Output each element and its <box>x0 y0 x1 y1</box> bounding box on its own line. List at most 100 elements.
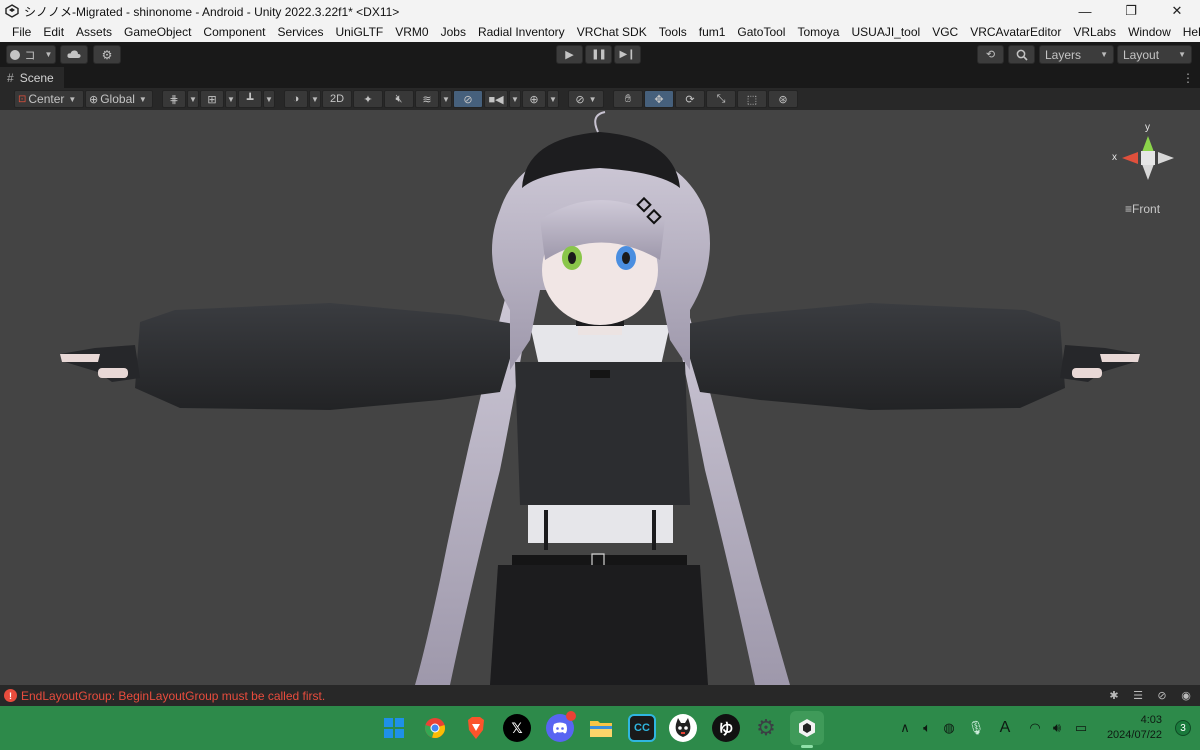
menu-bar: File Edit Assets GameObject Component Se… <box>0 22 1200 42</box>
grid-snap-button[interactable]: ⋕ <box>162 90 186 108</box>
pause-button[interactable]: ❚❚ <box>585 45 612 64</box>
yu-app[interactable]: ゆ <box>712 714 740 742</box>
mode-2d-button[interactable]: 2D <box>322 90 352 108</box>
start-button[interactable] <box>380 714 408 742</box>
file-explorer-app[interactable] <box>587 714 615 742</box>
scale-tool-button[interactable]: ⤡ <box>706 90 736 108</box>
menu-vrcavatareditor[interactable]: VRCAvatarEditor <box>964 25 1067 39</box>
search-button[interactable] <box>1008 45 1035 64</box>
move-tool-button[interactable]: ✥ <box>644 90 674 108</box>
menu-services[interactable]: Services <box>271 25 329 39</box>
orientation-dropdown[interactable]: ⊘ ▼ <box>568 90 604 108</box>
menu-fum1[interactable]: fum1 <box>693 25 732 39</box>
chrome-app[interactable] <box>421 714 449 742</box>
light-bulb-icon: ✦ <box>363 93 373 106</box>
view-mode-label[interactable]: ≡Front <box>1125 202 1160 216</box>
rect-tool-button[interactable]: ⬚ <box>737 90 767 108</box>
layers-dropdown[interactable]: Layers ▼ <box>1039 45 1114 64</box>
step-button[interactable]: ▶❙ <box>614 45 641 64</box>
scene-visibility-toggle[interactable]: ⊘ <box>453 90 483 108</box>
cc-app[interactable]: CC <box>628 714 656 742</box>
console-status-bar[interactable]: ! EndLayoutGroup: BeginLayoutGroup must … <box>0 685 1200 706</box>
tray-overflow-chevron-icon[interactable]: ∧ <box>897 718 913 738</box>
close-button[interactable]: ✕ <box>1154 0 1200 22</box>
error-icon: ! <box>4 689 17 702</box>
menu-edit[interactable]: Edit <box>37 25 70 39</box>
audio-toggle[interactable]: 🔇︎ <box>384 90 414 108</box>
light-probe-icon[interactable]: ◉ <box>1176 688 1196 704</box>
wifi-icon[interactable]: ◠ <box>1026 718 1044 738</box>
restore-button[interactable]: ❐ <box>1108 0 1154 22</box>
menu-assets[interactable]: Assets <box>70 25 118 39</box>
draw-mode-dropdown[interactable]: ▼ <box>309 90 321 108</box>
gear-icon: ⚙ <box>101 47 113 62</box>
settings-app[interactable]: ⚙ <box>752 714 780 742</box>
scene-toolbar: ⊡ Center ▼ ⊕ Global ▼ ⋕ ▼ ⊞ ▼ ┻ ▼ ◑ ▼ 2D… <box>0 88 1200 110</box>
ruler-button[interactable]: ┻ <box>238 90 262 108</box>
menu-vgc[interactable]: VGC <box>926 25 964 39</box>
app-tray-icon[interactable]: ◍ <box>940 718 958 738</box>
minimize-button[interactable]: — <box>1062 0 1108 22</box>
notification-badge[interactable]: 3 <box>1175 720 1191 736</box>
orientation-gizmo[interactable]: y x ≡Front <box>1108 118 1188 228</box>
settings-button[interactable]: ⚙ <box>93 45 121 64</box>
grid-snap-dropdown[interactable]: ▼ <box>187 90 199 108</box>
menu-radial-inventory[interactable]: Radial Inventory <box>472 25 571 39</box>
space-dropdown[interactable]: ⊕ Global ▼ <box>85 90 153 108</box>
ruler-dropdown[interactable]: ▼ <box>263 90 275 108</box>
discord-app[interactable] <box>546 711 576 742</box>
increment-snap-dropdown[interactable]: ▼ <box>225 90 237 108</box>
gizmos-button[interactable]: ⊕ <box>522 90 546 108</box>
history-button[interactable]: ⟲ <box>977 45 1004 64</box>
menu-tools[interactable]: Tools <box>653 25 693 39</box>
x-app[interactable]: 𝕏 <box>503 714 531 742</box>
menu-tomoya[interactable]: Tomoya <box>791 25 845 39</box>
no-entry-icon[interactable]: ⊘ <box>1152 688 1172 704</box>
microphone-icon[interactable]: 🎙︎ <box>967 718 985 738</box>
menu-jobs[interactable]: Jobs <box>435 25 472 39</box>
menu-help[interactable]: Help <box>1177 25 1200 39</box>
pivot-dropdown[interactable]: ⊡ Center ▼ <box>14 90 84 108</box>
transform-tool-button[interactable]: ⊛ <box>768 90 798 108</box>
clock[interactable]: 4:03 2024/07/22 <box>1107 713 1162 743</box>
hand-tool-button[interactable]: ✋︎ <box>613 90 643 108</box>
menu-vrlabs[interactable]: VRLabs <box>1067 25 1122 39</box>
menu-vrchat-sdk[interactable]: VRChat SDK <box>571 25 653 39</box>
compass-icon: ⊘ <box>575 93 585 106</box>
active-app-indicator <box>801 745 813 748</box>
menu-file[interactable]: File <box>6 25 37 39</box>
cloud-button[interactable] <box>60 45 88 64</box>
draw-mode-button[interactable]: ◑ <box>284 90 308 108</box>
battery-icon[interactable]: ▭ <box>1071 718 1091 738</box>
volume-icon[interactable]: 🔊︎ <box>1048 718 1066 738</box>
increment-snap-button[interactable]: ⊞ <box>200 90 224 108</box>
menu-vrm0[interactable]: VRM0 <box>389 25 434 39</box>
ime-indicator[interactable]: A <box>996 718 1014 738</box>
scene-viewport[interactable]: y x ≡Front <box>0 110 1200 685</box>
speaker-icon[interactable]: 🔈︎ <box>918 718 936 738</box>
menu-gameobject[interactable]: GameObject <box>118 25 197 39</box>
debug-icon[interactable]: ✱ <box>1104 688 1124 704</box>
layout-dropdown[interactable]: Layout ▼ <box>1117 45 1192 64</box>
menu-component[interactable]: Component <box>197 25 271 39</box>
tab-more-menu[interactable]: ⋮ <box>1182 71 1194 85</box>
character-app[interactable] <box>669 714 697 742</box>
menu-window[interactable]: Window <box>1122 25 1177 39</box>
play-button[interactable]: ▶ <box>556 45 583 64</box>
menu-unigltf[interactable]: UniGLTF <box>329 25 389 39</box>
layers-stack-icon[interactable]: ☰ <box>1128 688 1148 704</box>
gizmos-dropdown[interactable]: ▼ <box>547 90 559 108</box>
rotate-tool-button[interactable]: ⟳ <box>675 90 705 108</box>
lighting-toggle[interactable]: ✦ <box>353 90 383 108</box>
effects-button[interactable]: ≋ <box>415 90 439 108</box>
brave-app[interactable] <box>462 714 490 742</box>
camera-dropdown[interactable]: ▼ <box>509 90 521 108</box>
unity-app[interactable] <box>790 711 824 748</box>
menu-gatotool[interactable]: GatoTool <box>731 25 791 39</box>
effects-dropdown[interactable]: ▼ <box>440 90 452 108</box>
console-error-message[interactable]: EndLayoutGroup: BeginLayoutGroup must be… <box>21 689 1104 703</box>
camera-button[interactable]: ■◀ <box>484 90 508 108</box>
account-dropdown[interactable]: コ ▼ <box>6 45 56 64</box>
tab-scene[interactable]: # Scene <box>0 67 64 88</box>
menu-usuaji-tool[interactable]: USUAJI_tool <box>845 25 926 39</box>
